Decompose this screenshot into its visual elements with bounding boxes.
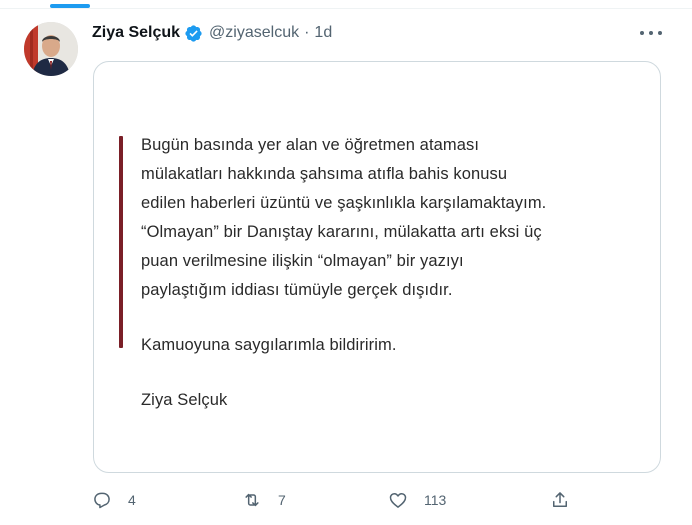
- like-count: 113: [424, 492, 447, 508]
- separator-dot: ·: [304, 24, 310, 41]
- timestamp[interactable]: 1d: [314, 24, 332, 42]
- statement-text: Bugün basında yer alan ve öğretmen atama…: [141, 131, 641, 415]
- tweet-header: Ziya Selçuk @ziyaselcuk · 1d: [92, 22, 332, 44]
- share-icon: [553, 492, 567, 507]
- avatar[interactable]: [24, 22, 78, 76]
- retweet-button[interactable]: 7: [242, 486, 286, 514]
- retweet-icon: [245, 493, 259, 507]
- active-tab-indicator: [50, 4, 90, 8]
- reply-icon: [94, 492, 110, 509]
- statement-line: edilen haberleri üzüntü ve şaşkınlıkla k…: [141, 194, 547, 212]
- statement-line: puan verilmesine ilişkin “olmayan” bir y…: [141, 252, 464, 270]
- like-button[interactable]: 113: [388, 486, 446, 514]
- statement-line: Bugün basında yer alan ve öğretmen atama…: [141, 136, 480, 154]
- reply-button[interactable]: 4: [92, 486, 136, 514]
- like-icon: [389, 493, 407, 508]
- tweet-image[interactable]: Bugün basında yer alan ve öğretmen atama…: [93, 61, 661, 473]
- statement-line: “Olmayan” bir Danıştay kararını, mülakat…: [141, 223, 542, 241]
- verified-badge-icon: [184, 24, 203, 43]
- retweet-count: 7: [278, 492, 286, 508]
- statement-line: mülakatları hakkında şahsıma atıfla bahi…: [141, 165, 508, 183]
- statement-signature: Ziya Selçuk: [141, 391, 228, 409]
- more-options-icon[interactable]: [640, 24, 662, 42]
- handle[interactable]: @ziyaselcuk: [209, 24, 299, 42]
- share-button[interactable]: [550, 486, 570, 514]
- display-name[interactable]: Ziya Selçuk: [92, 24, 180, 42]
- reply-count: 4: [128, 492, 136, 508]
- timeline-divider: [0, 0, 692, 9]
- statement-line: paylaştığım iddiası tümüyle gerçek dışıd…: [141, 281, 453, 299]
- avatar-photo: [24, 22, 78, 76]
- statement-closing: Kamuoyuna saygılarımla bildiririm.: [141, 336, 397, 354]
- tweet-actions: 4 7 113: [92, 486, 652, 514]
- quote-bar: [119, 136, 123, 348]
